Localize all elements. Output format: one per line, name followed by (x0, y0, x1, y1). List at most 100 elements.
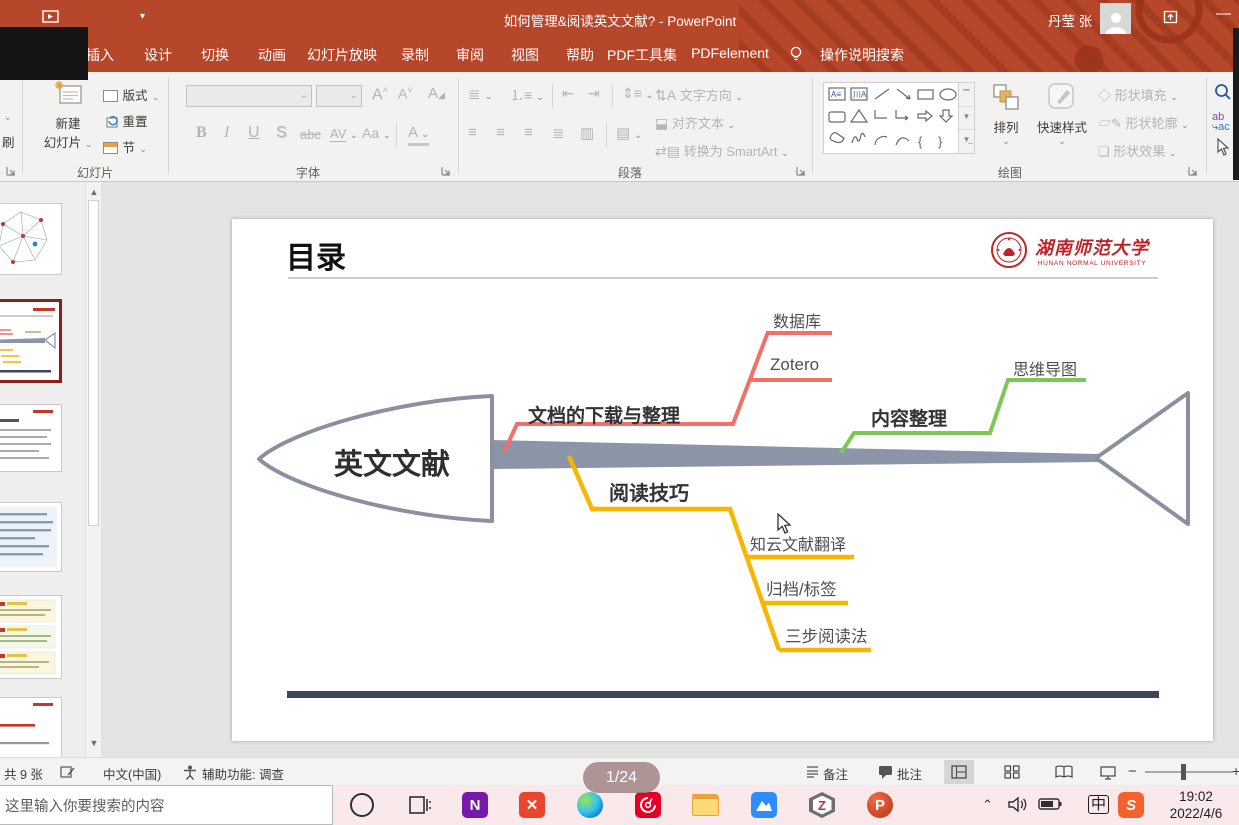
add-remove-columns-button[interactable]: ▤ ⌄ (616, 124, 642, 142)
shrink-font-button[interactable]: A˅ (398, 85, 413, 102)
font-dialog-launcher[interactable] (441, 166, 452, 177)
font-color-button[interactable]: A ⌄ (408, 124, 429, 146)
netease-music-icon[interactable] (635, 792, 661, 818)
tab-slideshow[interactable]: 幻灯片放映 (307, 45, 377, 65)
branch-download-label[interactable]: 文档的下载与整理 (528, 401, 680, 428)
zoom-slider-thumb[interactable] (1181, 764, 1186, 780)
branch-content-child-mindmap[interactable]: 思维导图 (1013, 356, 1077, 380)
restore-window-icon[interactable] (1163, 10, 1178, 24)
tab-insert[interactable]: 插入 (86, 45, 114, 65)
ime-indicator[interactable]: 中 (1088, 795, 1109, 814)
columns-icon[interactable]: ▥ (580, 124, 594, 142)
layout-button[interactable]: 版式 ⌄ (103, 85, 159, 105)
file-explorer-icon[interactable] (692, 794, 719, 816)
text-direction-button[interactable]: ⇅A 文字方向 ⌄ (655, 85, 743, 104)
zoom-out-button[interactable]: − (1128, 763, 1137, 780)
footer-bar[interactable] (287, 691, 1159, 698)
slide[interactable]: 目录 湖南师范大学 HUNAN NORMAL UNIVERSITY (232, 219, 1213, 741)
shape-outline-button[interactable]: ▱✎ 形状轮廓 ⌄ (1098, 113, 1189, 132)
fishbone-spine[interactable] (492, 440, 1098, 469)
sogou-input-icon[interactable]: S (1118, 792, 1144, 818)
qat-dropdown-caret[interactable]: ▾ (140, 11, 145, 22)
fishbone-head-label[interactable]: 英文文献 (294, 441, 490, 483)
branch-download-lines[interactable] (504, 332, 832, 452)
tab-transitions[interactable]: 切换 (201, 45, 229, 65)
display-settings-icon[interactable] (60, 765, 76, 779)
fishbone-tail-shape[interactable] (1096, 393, 1188, 524)
reset-button[interactable]: 重置 (103, 111, 147, 131)
accessibility-status[interactable]: 辅助功能: 调查 (202, 764, 284, 783)
panel-scroll-down-icon[interactable]: ▼ (89, 738, 99, 748)
comments-button[interactable]: 批注 (897, 764, 922, 783)
character-spacing-button[interactable]: AV ⌄ (330, 126, 358, 141)
tab-design[interactable]: 设计 (144, 45, 172, 65)
panel-scrollbar-thumb[interactable] (88, 200, 99, 526)
reading-view-button[interactable] (1049, 760, 1079, 784)
clear-formatting-button[interactable]: A◢ (428, 85, 445, 102)
avatar[interactable] (1100, 3, 1131, 34)
shape-gallery[interactable]: A≡ 川A { } (823, 82, 975, 154)
new-slide-button[interactable]: 新建 幻灯片 ⌄ (40, 80, 96, 156)
paste-dropdown-caret[interactable]: ⌄ (4, 112, 12, 123)
volume-icon[interactable] (1008, 796, 1028, 813)
panel-scroll-up-icon[interactable]: ▲ (89, 187, 99, 197)
align-left-icon[interactable]: ≡ (468, 124, 477, 141)
slideshow-view-button[interactable] (1093, 760, 1123, 784)
panel-scrollbar[interactable]: ▲ ▼ (85, 182, 101, 757)
shape-effects-button[interactable]: ❏ 形状效果 ⌄ (1098, 141, 1176, 160)
clipboard-dialog-launcher[interactable] (6, 166, 17, 177)
red-x-app-icon[interactable]: ✕ (519, 792, 545, 818)
edge-icon[interactable] (577, 792, 603, 818)
shape-fill-button[interactable]: ◇ 形状填充 ⌄ (1098, 85, 1178, 104)
font-size-combo[interactable]: ⌄ (316, 85, 362, 107)
tab-record[interactable]: 录制 (401, 45, 429, 65)
italic-button[interactable]: I (224, 124, 229, 142)
thumbnail-slide-text1[interactable] (0, 404, 62, 472)
align-text-button[interactable]: ⬓ 对齐文本 ⌄ (655, 113, 735, 132)
language-indicator[interactable]: 中文(中国) (103, 764, 161, 783)
decrease-indent-icon[interactable]: ⇤ (562, 85, 574, 102)
tell-me-search[interactable]: 操作说明搜索 (820, 45, 904, 65)
align-right-icon[interactable]: ≡ (524, 124, 533, 141)
thumbnail-slide-screenshots[interactable] (0, 595, 62, 679)
section-button[interactable]: 节 ⌄ (103, 137, 147, 157)
increase-indent-icon[interactable]: ⇥ (588, 85, 600, 102)
zotero-icon[interactable]: Z (809, 792, 835, 818)
change-case-button[interactable]: Aa ⌄ (362, 125, 391, 141)
notes-button[interactable]: 备注 (823, 764, 848, 783)
quick-styles-button[interactable]: 快速样式 ⌄ (1032, 80, 1092, 147)
onenote-icon[interactable]: N (462, 792, 488, 818)
numbering-button[interactable]: ⒈≡ ⌄ (510, 85, 544, 105)
thumbnail-slide-network[interactable] (0, 203, 62, 275)
text-shadow-button[interactable]: S (276, 124, 287, 142)
branch-reading-label[interactable]: 阅读技巧 (609, 477, 689, 506)
cortana-icon[interactable] (350, 793, 374, 817)
gallery-down-button[interactable]: ▼ (959, 106, 974, 129)
justify-icon[interactable]: ≣ (552, 124, 565, 142)
bullets-button[interactable]: ≣ ⌄ (468, 85, 492, 103)
gallery-up-button[interactable]: ▔ (959, 83, 974, 106)
convert-smartart-button[interactable]: ⇄▤ 转换为 SmartArt ⌄ (655, 141, 789, 160)
taskbar-search-box[interactable]: 这里输入你要搜索的内容 (0, 785, 333, 825)
branch-reading-child-threestep[interactable]: 三步阅读法 (785, 623, 868, 647)
find-icon[interactable] (1214, 83, 1232, 101)
replace-icon[interactable]: ab ⤷ac (1212, 112, 1230, 132)
tab-pdf-tools[interactable]: PDF工具集 (607, 45, 677, 65)
thumbnail-slide-current[interactable] (0, 299, 62, 383)
tab-view[interactable]: 视图 (511, 45, 539, 65)
powerpoint-icon[interactable]: P (867, 792, 893, 818)
branch-reading-child-translate[interactable]: 知云文献翻译 (750, 531, 846, 555)
gallery-more-button[interactable]: ▼̲ (959, 129, 974, 152)
meeting-app-icon[interactable] (751, 792, 777, 818)
tray-expand-icon[interactable]: ⌃ (982, 797, 993, 813)
tab-help[interactable]: 帮助 (566, 45, 594, 65)
normal-view-button[interactable] (944, 760, 974, 784)
branch-reading-child-archive[interactable]: 归档/标签 (766, 576, 837, 600)
select-cursor-icon[interactable] (1216, 138, 1230, 156)
paragraph-dialog-launcher[interactable] (796, 166, 807, 177)
strikethrough-button[interactable]: abc (300, 127, 321, 142)
arrange-button[interactable]: 排列 ⌄ (985, 82, 1027, 147)
zoom-in-button[interactable]: + (1232, 763, 1239, 779)
branch-download-child-zotero[interactable]: Zotero (770, 355, 819, 375)
slideshow-qat-icon[interactable] (42, 9, 60, 25)
